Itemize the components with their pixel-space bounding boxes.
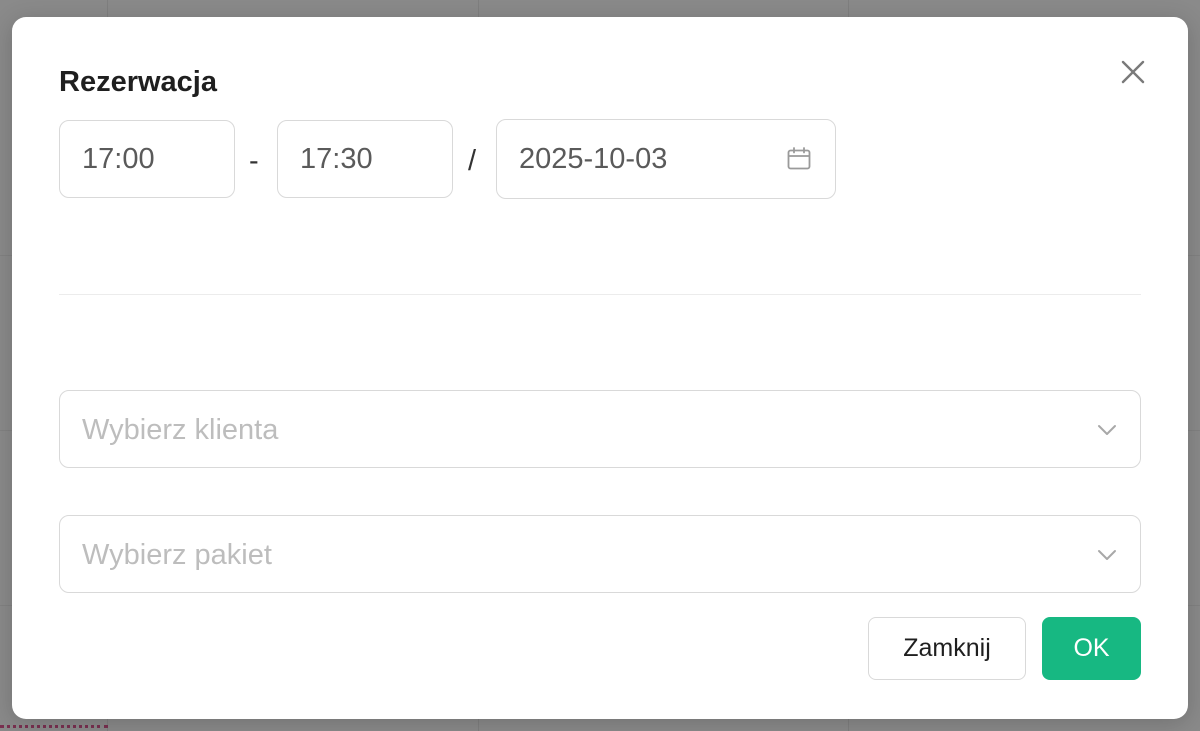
start-time-input[interactable] (60, 121, 234, 197)
close-button[interactable]: Zamknij (868, 617, 1026, 680)
time-separator: - (249, 145, 259, 177)
dialog-title: Rezerwacja (59, 66, 217, 98)
package-select-placeholder: Wybierz pakiet (82, 539, 272, 571)
chevron-down-icon (1096, 419, 1118, 441)
end-time-field[interactable] (277, 120, 453, 198)
reservation-dialog: Rezerwacja - / Wybierz klienta (12, 17, 1188, 719)
calendar-event-strip (0, 725, 108, 728)
date-separator: / (468, 145, 477, 177)
close-icon[interactable] (1116, 55, 1150, 89)
chevron-down-icon (1096, 544, 1118, 566)
section-divider (59, 294, 1141, 295)
start-time-field[interactable] (59, 120, 235, 198)
package-select[interactable]: Wybierz pakiet (59, 515, 1141, 593)
date-input[interactable] (497, 120, 835, 198)
calendar-icon[interactable] (786, 146, 812, 172)
date-field[interactable] (496, 119, 836, 199)
client-select[interactable]: Wybierz klienta (59, 390, 1141, 468)
client-select-placeholder: Wybierz klienta (82, 414, 279, 446)
ok-button[interactable]: OK (1042, 617, 1141, 680)
end-time-input[interactable] (278, 121, 452, 197)
